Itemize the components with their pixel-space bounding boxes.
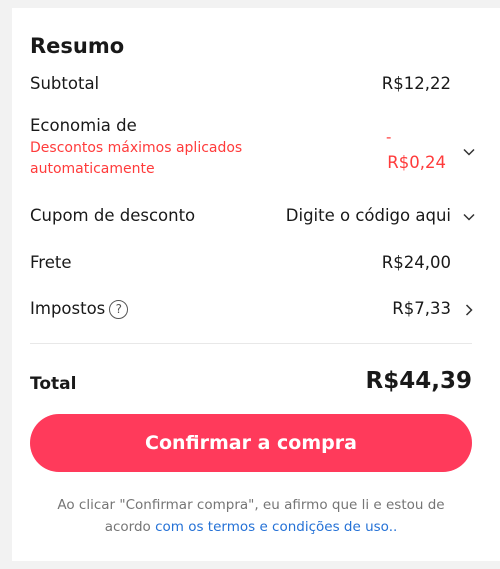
savings-value: R$0,24 bbox=[387, 153, 446, 172]
shipping-value: R$24,00 bbox=[381, 253, 451, 272]
subtotal-value: R$12,22 bbox=[381, 74, 451, 93]
taxes-label: Impostos? bbox=[30, 299, 129, 319]
chevron-down-icon[interactable] bbox=[462, 145, 476, 159]
total-value: R$44,39 bbox=[365, 368, 472, 394]
savings-sign: - bbox=[386, 128, 392, 146]
savings-label: Economia de bbox=[30, 116, 137, 135]
legal-line2: acordo com os termos e condições de uso.… bbox=[30, 516, 472, 538]
savings-detail-line1: Descontos máximos aplicados bbox=[30, 140, 243, 156]
subtotal-label: Subtotal bbox=[30, 74, 100, 93]
chevron-right-icon[interactable] bbox=[462, 303, 476, 317]
shipping-label: Frete bbox=[30, 253, 72, 272]
confirm-purchase-button[interactable]: Confirmar a compra bbox=[30, 414, 472, 472]
legal-prefix: acordo bbox=[104, 519, 156, 535]
coupon-input[interactable]: Digite o código aqui bbox=[286, 206, 451, 225]
savings-detail-line2: automaticamente bbox=[30, 161, 155, 177]
legal-line1: Ao clicar "Confirmar compra", eu afirmo … bbox=[57, 497, 445, 513]
total-label: Total bbox=[30, 374, 77, 394]
coupon-label: Cupom de desconto bbox=[30, 206, 196, 225]
chevron-down-icon[interactable] bbox=[462, 210, 476, 224]
order-summary-card: Resumo Subtotal R$12,22 Economia de Desc… bbox=[12, 8, 500, 561]
help-circle-icon[interactable]: ? bbox=[109, 300, 129, 319]
savings-detail: Descontos máximos aplicados automaticame… bbox=[30, 138, 242, 180]
taxes-value: R$7,33 bbox=[392, 299, 451, 318]
summary-title: Resumo bbox=[30, 34, 125, 58]
taxes-label-text: Impostos bbox=[30, 299, 106, 318]
legal-notice: Ao clicar "Confirmar compra", eu afirmo … bbox=[30, 494, 472, 538]
terms-link[interactable]: com os termos e condições de uso.. bbox=[155, 519, 397, 535]
divider bbox=[30, 343, 472, 344]
